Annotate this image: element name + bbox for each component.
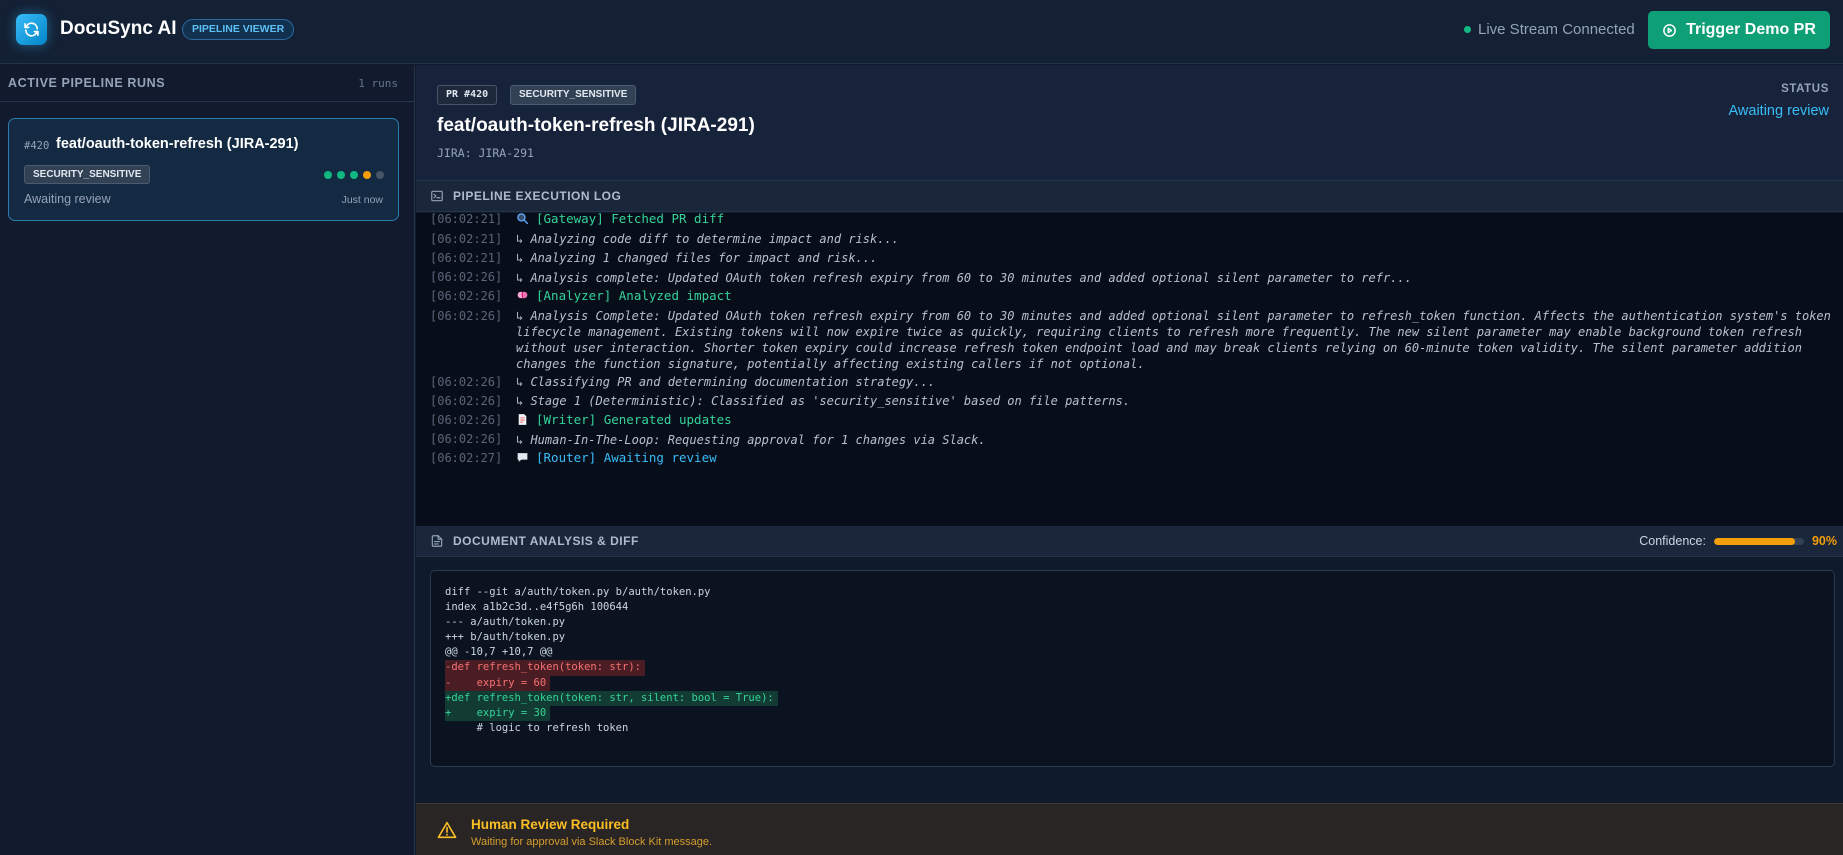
- analysis-section-title: DOCUMENT ANALYSIS & DIFF: [453, 534, 639, 548]
- diff-content: diff --git a/auth/token.py b/auth/token.…: [445, 585, 778, 736]
- live-stream-status: Live Stream Connected: [1464, 21, 1635, 38]
- log-timestamp: [06:02:26]: [430, 432, 503, 446]
- pr-security-tag: SECURITY_SENSITIVE: [510, 85, 637, 105]
- runs-count: 1 runs: [358, 76, 398, 90]
- log-timestamp: [06:02:27]: [430, 451, 503, 465]
- log-timestamp: [06:02:21]: [430, 231, 503, 246]
- log-timestamp: [06:02:26]: [430, 270, 503, 284]
- stage-dot: [337, 171, 345, 179]
- document-icon: [516, 413, 529, 426]
- log-timestamp: [06:02:26]: [430, 393, 503, 408]
- stage-dot: [324, 171, 332, 179]
- stage-dot: [350, 171, 358, 179]
- review-title: Human Review Required: [471, 817, 630, 832]
- magnifier-icon: [516, 213, 529, 225]
- log-message: ↳ Analysis complete: Updated OAuth token…: [516, 270, 1412, 285]
- diff-area: diff --git a/auth/token.py b/auth/token.…: [416, 557, 1843, 767]
- top-bar: DocuSync AI PIPELINE VIEWER Live Stream …: [0, 0, 1843, 64]
- trigger-demo-pr-button[interactable]: Trigger Demo PR: [1648, 11, 1830, 49]
- stage-dot: [376, 171, 384, 179]
- log-timestamp: [06:02:26]: [430, 308, 503, 323]
- live-status-dot: [1464, 26, 1471, 33]
- security-sensitive-tag: SECURITY_SENSITIVE: [24, 165, 151, 184]
- diff-line: diff --git a/auth/token.py b/auth/token.…: [445, 586, 711, 598]
- stage-dot: [363, 171, 371, 179]
- status-value: Awaiting review: [1728, 103, 1829, 119]
- log-timestamp: [06:02:26]: [430, 412, 503, 427]
- pr-title: feat/oauth-token-refresh (JIRA-291): [437, 115, 755, 136]
- log-message: ↳ Human-In-The-Loop: Requesting approval…: [516, 432, 986, 447]
- log-message: ↳ Analysis Complete: Updated OAuth token…: [516, 309, 1831, 371]
- terminal-icon: [431, 190, 443, 202]
- main-panel: PR #420 SECURITY_SENSITIVE feat/oauth-to…: [416, 65, 1843, 855]
- log-message: ↳ Analyzing code diff to determine impac…: [516, 232, 899, 246]
- document-icon: [431, 535, 443, 547]
- log-message: ↳ Analyzing 1 changed files for impact a…: [516, 251, 878, 265]
- log-message: ↳ Stage 1 (Deterministic): Classified as…: [516, 394, 1131, 408]
- confidence-value: 90%: [1811, 534, 1837, 548]
- log-message: [Analyzer] Analyzed impact: [516, 287, 1834, 306]
- diff-line: - expiry = 60: [445, 675, 551, 691]
- status-label: STATUS: [1781, 83, 1829, 95]
- pr-header: PR #420 SECURITY_SENSITIVE feat/oauth-to…: [416, 65, 1843, 181]
- pipeline-execution-log: [06:02:21] [Gateway] Fetched PR diff [06:0…: [416, 213, 1843, 526]
- diff-line: index a1b2c3d..e4f5g6h 100644: [445, 601, 629, 614]
- log-message: [Writer] Generated updates: [516, 411, 1834, 430]
- diff-line: @@ -10,7 +10,7 @@: [445, 646, 553, 659]
- log-message: [Router] Awaiting review: [516, 449, 1834, 468]
- app-title: DocuSync AI: [60, 18, 177, 39]
- log-timestamp: [06:02:26]: [430, 289, 503, 303]
- play-circle-icon: [1663, 23, 1676, 37]
- log-event-text: [Writer] Generated updates: [536, 411, 732, 427]
- confidence-bar: [1713, 537, 1804, 545]
- diff-line: + expiry = 30: [445, 705, 551, 721]
- brain-icon: [516, 289, 529, 302]
- log-event-text: [Router] Awaiting review: [536, 450, 717, 465]
- log-timestamp: [06:02:21]: [430, 213, 503, 226]
- log-timestamp: [06:02:21]: [430, 250, 503, 265]
- run-status: Awaiting review: [24, 192, 111, 206]
- log-section-header: PIPELINE EXECUTION LOG: [416, 181, 1843, 212]
- confidence-meter: Confidence: 90%: [1639, 534, 1837, 548]
- stage-progress-dots: [324, 171, 384, 179]
- run-number: #420: [24, 140, 50, 152]
- run-title: feat/oauth-token-refresh (JIRA-291): [56, 136, 299, 152]
- sidebar: ACTIVE PIPELINE RUNS 1 runs #420 feat/oa…: [0, 65, 415, 855]
- logo: [16, 14, 47, 45]
- confidence-label: Confidence:: [1639, 534, 1706, 548]
- trigger-demo-pr-label: Trigger Demo PR: [1686, 21, 1816, 38]
- log-event-text: [Analyzer] Analyzed impact: [536, 288, 732, 303]
- diff-line: --- a/auth/token.py: [445, 616, 566, 629]
- pr-jira: JIRA: JIRA-291: [437, 146, 534, 160]
- log-timestamp: [06:02:26]: [430, 374, 503, 389]
- analysis-section-header: DOCUMENT ANALYSIS & DIFF Confidence: 90%: [416, 526, 1843, 557]
- review-subtitle: Waiting for approval via Slack Block Kit…: [471, 836, 713, 848]
- pipeline-run-card[interactable]: #420 feat/oauth-token-refresh (JIRA-291)…: [8, 118, 399, 221]
- sidebar-header: ACTIVE PIPELINE RUNS 1 runs: [0, 65, 414, 102]
- diff-line: +def refresh_token(token: str, silent: b…: [445, 690, 778, 706]
- sidebar-title: ACTIVE PIPELINE RUNS: [8, 76, 166, 90]
- pr-number-tag: PR #420: [437, 85, 498, 105]
- sync-icon: [24, 22, 39, 37]
- log-message: [Gateway] Fetched PR diff: [516, 213, 1834, 229]
- human-review-banner: Human Review Required Waiting for approv…: [416, 803, 1843, 855]
- speech-bubble-icon: [516, 451, 529, 464]
- diff-line: -def refresh_token(token: str):: [445, 660, 645, 676]
- diff-line: # logic to refresh token: [445, 721, 629, 734]
- run-time: Just now: [341, 194, 383, 206]
- live-status-label: Live Stream Connected: [1478, 21, 1635, 38]
- pipeline-viewer-badge: PIPELINE VIEWER: [182, 19, 295, 40]
- log-section-title: PIPELINE EXECUTION LOG: [453, 189, 622, 203]
- warning-icon: [437, 821, 457, 839]
- confidence-bar-fill: [1713, 537, 1795, 545]
- log-event-text: [Gateway] Fetched PR diff: [536, 213, 725, 226]
- diff-box: diff --git a/auth/token.py b/auth/token.…: [430, 570, 1835, 767]
- log-message: ↳ Classifying PR and determining documen…: [516, 375, 936, 389]
- diff-line: +++ b/auth/token.py: [445, 631, 566, 644]
